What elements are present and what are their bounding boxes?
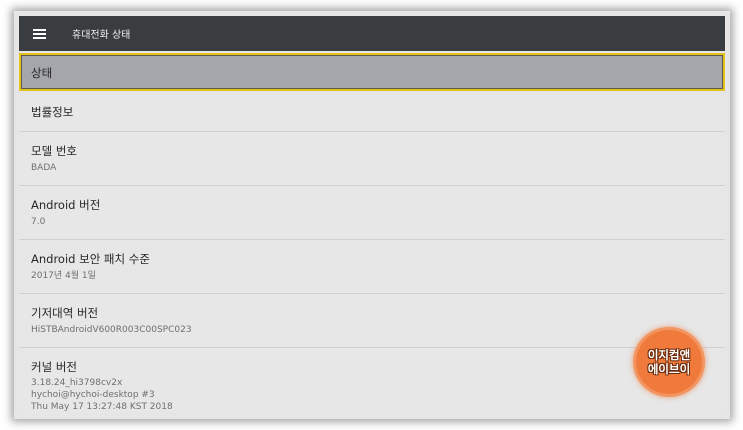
settings-item-value: HiSTBAndroidV600R003C00SPC023 (31, 325, 192, 335)
settings-item-value-line: 3.18.24_hi3798cv2x (31, 378, 123, 388)
watermark-line: 에이브이 (647, 362, 691, 376)
watermark-logo: 이지컴앤 에이브이 (636, 330, 702, 394)
settings-item-title: Android 보안 패치 수준 (31, 252, 150, 266)
settings-item-title: 기저대역 버전 (31, 306, 99, 320)
settings-item-title: Android 버전 (31, 198, 101, 212)
settings-item-value-line: Thu May 17 13:27:48 KST 2018 (31, 402, 173, 412)
hamburger-menu-icon (32, 28, 46, 39)
settings-item-security-patch[interactable]: Android 보안 패치 수준 2017년 4월 1일 (19, 240, 725, 294)
settings-item-kernel-version[interactable]: 커널 버전 3.18.24_hi3798cv2x hychoi@hychoi-d… (19, 348, 725, 414)
settings-item-title: 상태 (31, 66, 53, 80)
page-title: 휴대전화 상태 (72, 30, 131, 41)
settings-item-value: BADA (31, 163, 57, 173)
screenshot-frame: 휴대전화 상태 상태 법률정보 모델 번호 BADA Android 버전 7.… (14, 11, 730, 419)
settings-item-model-number[interactable]: 모델 번호 BADA (19, 132, 725, 186)
android-settings-screen: 휴대전화 상태 상태 법률정보 모델 번호 BADA Android 버전 7.… (19, 16, 725, 414)
settings-item-title: 커널 버전 (31, 360, 77, 374)
settings-item-status[interactable]: 상태 (19, 53, 725, 91)
settings-item-title: 법률정보 (31, 105, 74, 119)
app-bar: 휴대전화 상태 (19, 16, 725, 51)
menu-button[interactable] (19, 16, 59, 51)
settings-item-legal-info[interactable]: 법률정보 (19, 93, 725, 132)
settings-item-baseband-version[interactable]: 기저대역 버전 HiSTBAndroidV600R003C00SPC023 (19, 294, 725, 348)
settings-item-value: 7.0 (31, 217, 46, 227)
settings-item-android-version[interactable]: Android 버전 7.0 (19, 186, 725, 240)
watermark-line: 이지컴앤 (647, 348, 691, 362)
settings-item-value: 2017년 4월 1일 (31, 271, 96, 281)
settings-item-value-line: hychoi@hychoi-desktop #3 (31, 390, 155, 400)
settings-item-title: 모델 번호 (31, 144, 77, 158)
